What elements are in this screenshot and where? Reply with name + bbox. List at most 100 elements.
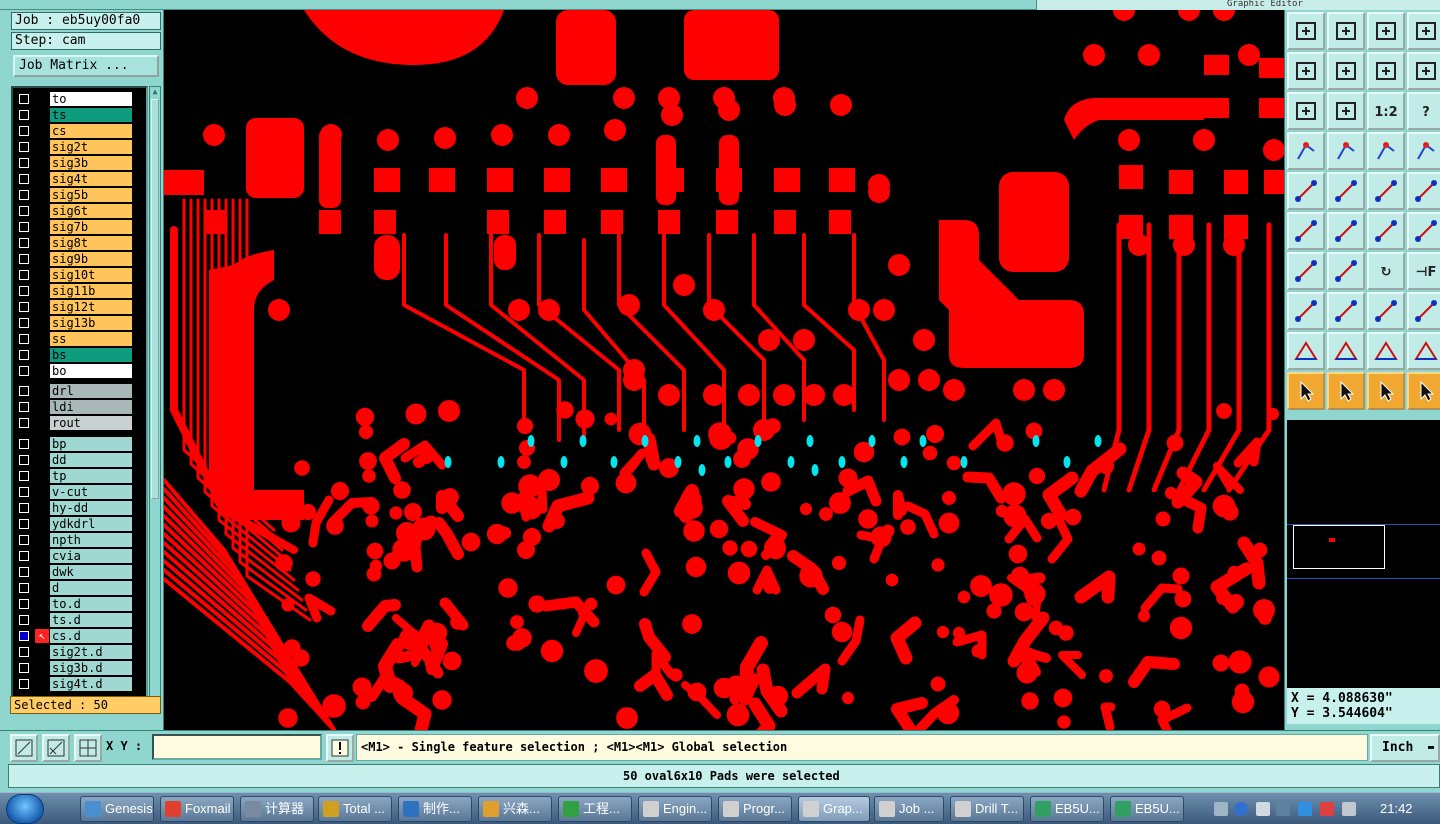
layer-name[interactable]: sig5b [50,188,132,202]
layer-name[interactable]: cs [50,124,132,138]
layer-checkbox[interactable] [19,503,29,513]
arrow-up-tray-icon[interactable] [1276,802,1290,816]
cross-tool-button[interactable] [1327,212,1365,250]
layer-checkbox[interactable] [19,663,29,673]
layer-row[interactable]: sig6t [15,204,134,218]
job-matrix-button[interactable]: Job Matrix ... [13,55,159,77]
layer-name[interactable]: sig2t.d [50,645,132,659]
layer-name[interactable]: sig12t [50,300,132,314]
layer-checkbox[interactable] [19,567,29,577]
layer-row[interactable]: sig11b [15,284,134,298]
layer-affected-slot[interactable] [35,597,49,611]
taskbar-button[interactable]: 工程... [558,796,632,822]
select-connect-tool-button[interactable] [1407,372,1440,410]
layer-name[interactable]: dwk [50,565,132,579]
work-layer-arrow-icon[interactable]: ↖ [35,629,49,643]
taskbar-button[interactable]: 计算器 [240,796,314,822]
taskbar-button[interactable]: EB5U... [1030,796,1104,822]
layer-row[interactable]: sig10t [15,268,134,282]
taskbar-button[interactable]: Foxmail [160,796,234,822]
layer-checkbox[interactable] [19,270,29,280]
layer-checkbox[interactable] [19,286,29,296]
app-tray-icon[interactable] [1320,802,1334,816]
layer-name[interactable]: sig6t [50,204,132,218]
triangle-tool-button[interactable] [1287,332,1325,370]
move-point-tool-button[interactable] [1407,212,1440,250]
pcb-artwork[interactable] [164,10,1284,730]
layer-affected-slot[interactable] [35,677,49,691]
layer-row[interactable]: sig9b [15,252,134,266]
layer-row[interactable]: ss [15,332,134,346]
layer-affected-slot[interactable] [35,172,49,186]
layer-affected-slot[interactable] [35,300,49,314]
layer-affected-slot[interactable] [35,549,49,563]
taskbar-button[interactable]: Job ... [874,796,944,822]
layer-checkbox[interactable] [19,631,29,641]
layer-affected-slot[interactable] [35,188,49,202]
layer-name[interactable]: dd [50,453,132,467]
layer-affected-slot[interactable] [35,332,49,346]
layer-row[interactable]: dd [15,453,134,467]
layer-name[interactable]: sig4t.d [50,677,132,691]
zoom-home-tool-button[interactable] [1287,12,1325,50]
layer-name[interactable]: sig3b.d [50,661,132,675]
net-highlight-tool-button[interactable] [1367,132,1405,170]
layer-name[interactable]: ydkdrl [50,517,132,531]
layer-row[interactable]: sig8t [15,236,134,250]
help-tool-button[interactable]: ? [1407,92,1440,130]
layer-affected-slot[interactable] [35,533,49,547]
scroll-up-icon[interactable]: ▲ [150,87,160,97]
layer-affected-slot[interactable] [35,645,49,659]
layer-checkbox[interactable] [19,487,29,497]
layer-checkbox[interactable] [19,190,29,200]
layer-row[interactable]: sig4t.d [15,677,134,691]
layer-affected-slot[interactable] [35,236,49,250]
layer-name[interactable]: sig2t [50,140,132,154]
layer-name[interactable]: to.d [50,597,132,611]
taskbar-button[interactable]: Grap... [798,796,870,822]
fill-tool-button[interactable] [1407,292,1440,330]
layer-row[interactable]: sig13b [15,316,134,330]
layer-checkbox[interactable] [19,142,29,152]
layer-affected-slot[interactable] [35,252,49,266]
layer-affected-slot[interactable] [35,469,49,483]
layer-name[interactable]: sig3b [50,156,132,170]
layer-checkbox[interactable] [19,551,29,561]
layer-checkbox[interactable] [19,439,29,449]
layer-affected-slot[interactable] [35,501,49,515]
layer-checkbox[interactable] [19,158,29,168]
layer-name[interactable]: ts [50,108,132,122]
layer-affected-slot[interactable] [35,364,49,378]
measure-mode-button[interactable] [42,734,70,762]
taskbar-button[interactable]: 制作... [398,796,472,822]
layer-checkbox[interactable] [19,418,29,428]
layer-affected-slot[interactable] [35,485,49,499]
layer-row[interactable]: to.d [15,597,134,611]
layer-affected-slot[interactable] [35,220,49,234]
taskbar-button[interactable]: Drill T... [950,796,1024,822]
pan-left-tool-button[interactable] [1287,52,1325,90]
layer-checkbox[interactable] [19,599,29,609]
taskbar-button[interactable]: Progr... [718,796,792,822]
start-button[interactable] [6,794,44,824]
layer-row[interactable]: npth [15,533,134,547]
layer-row[interactable]: sig12t [15,300,134,314]
layer-name[interactable]: hy-dd [50,501,132,515]
layer-affected-slot[interactable] [35,92,49,106]
xy-input[interactable] [152,734,322,760]
alert-button[interactable] [326,734,354,762]
center-tool-button[interactable] [1327,92,1365,130]
layer-row[interactable]: hy-dd [15,501,134,515]
layer-row[interactable]: cs [15,124,134,138]
layer-checkbox[interactable] [19,254,29,264]
home-tool-button[interactable] [1367,12,1405,50]
layer-name[interactable]: sig11b [50,284,132,298]
layer-row[interactable]: bs [15,348,134,362]
layer-affected-slot[interactable] [35,661,49,675]
volume-tray-icon[interactable] [1342,802,1356,816]
layer-affected-slot[interactable] [35,124,49,138]
layer-name[interactable]: sig9b [50,252,132,266]
layer-list-scrollbar[interactable]: ▲ ▼ [149,86,161,710]
layer-affected-slot[interactable] [35,384,49,398]
layer-name[interactable]: bs [50,348,132,362]
